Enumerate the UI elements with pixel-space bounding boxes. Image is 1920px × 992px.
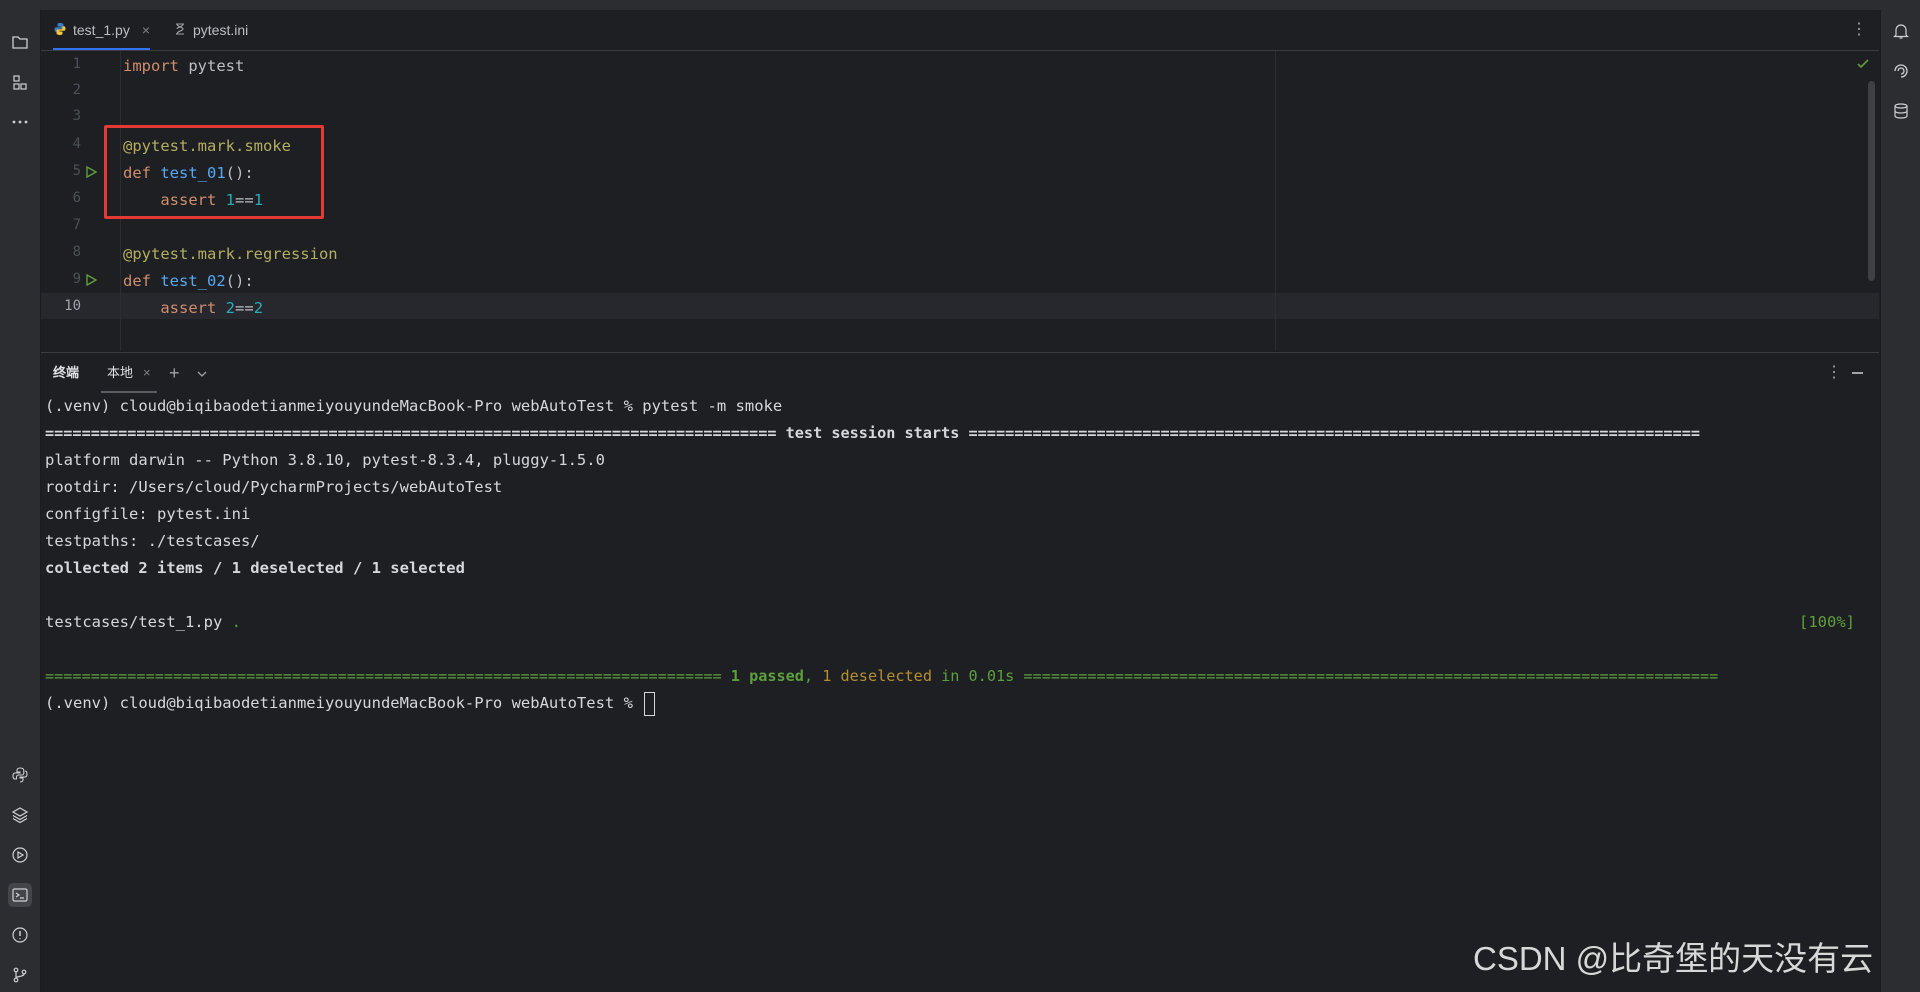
- code-line-1: import pytest: [123, 53, 244, 79]
- right-tool-stripe: [1880, 10, 1920, 992]
- ini-file-icon: [173, 22, 187, 39]
- line-number: 1: [72, 56, 81, 72]
- python-console-icon[interactable]: [8, 763, 32, 787]
- operator: ==: [235, 299, 254, 317]
- close-icon[interactable]: ×: [142, 22, 150, 38]
- summary-line: ========================================…: [45, 663, 1718, 690]
- chevron-down-icon[interactable]: [196, 353, 208, 393]
- left-tool-stripe: [0, 10, 41, 992]
- summary-passed: 1 passed: [730, 667, 804, 685]
- platform-line: platform darwin -- Python 3.8.10, pytest…: [45, 451, 605, 469]
- keyword: assert: [160, 299, 217, 317]
- tab-label: pytest.ini: [193, 22, 249, 38]
- line-number: 4: [72, 136, 81, 152]
- terminal-prompt-line: (.venv) cloud@biqibaodetianmeiyouyundeMa…: [45, 690, 656, 717]
- number: 2: [225, 299, 236, 317]
- terminal-options-kebab-icon[interactable]: ⋮: [1826, 362, 1842, 382]
- tab-pytest-ini[interactable]: pytest.ini: [173, 10, 248, 50]
- keyword: def: [123, 272, 151, 290]
- decorator: @pytest.mark.regression: [123, 245, 338, 263]
- terminal-icon[interactable]: [8, 883, 32, 907]
- current-line-highlight: [41, 293, 1879, 319]
- more-tools-icon[interactable]: [8, 110, 32, 134]
- summary-deselected: 1 deselected: [822, 667, 932, 685]
- services-icon[interactable]: [8, 843, 32, 867]
- testpaths-line: testpaths: ./testcases/: [45, 532, 260, 550]
- hide-panel-minus-icon[interactable]: [1852, 372, 1863, 374]
- rootdir-line: rootdir: /Users/cloud/PycharmProjects/we…: [45, 478, 503, 496]
- tab-options-kebab-icon[interactable]: ⋮: [1851, 19, 1867, 39]
- command: pytest -m smoke: [642, 397, 783, 415]
- run-test-gutter-icon[interactable]: [84, 273, 98, 287]
- function-name: test_02: [160, 272, 226, 290]
- session-start-line: ========================================…: [45, 424, 1700, 442]
- result-line: testcases/test_1.py .: [45, 609, 241, 636]
- git-icon[interactable]: [8, 963, 32, 987]
- result-dot: .: [231, 613, 241, 631]
- notifications-bell-icon[interactable]: [1892, 22, 1910, 40]
- code-line-8: @pytest.mark.regression: [123, 241, 338, 267]
- run-test-gutter-icon[interactable]: [84, 165, 98, 179]
- tab-terminal[interactable]: 终端: [53, 353, 79, 393]
- tab-test-1-py[interactable]: test_1.py ×: [53, 10, 151, 50]
- prompt: (.venv) cloud@biqibaodetianmeiyouyundeMa…: [45, 397, 643, 415]
- punctuation: ():: [225, 272, 254, 290]
- watermark: CSDN @比奇堡的天没有云: [1473, 940, 1874, 977]
- line-number: 6: [72, 190, 81, 206]
- terminal-prompt-line: (.venv) cloud@biqibaodetianmeiyouyundeMa…: [45, 393, 782, 420]
- module-name: pytest: [179, 57, 245, 75]
- highlight-box-smoke-test: [104, 125, 324, 219]
- line-number: 9: [72, 271, 81, 287]
- line-number: 5: [72, 163, 81, 179]
- summary-eq-left: ========================================…: [45, 667, 731, 685]
- prompt: (.venv) cloud@biqibaodetianmeiyouyundeMa…: [45, 694, 643, 712]
- configfile-line: configfile: pytest.ini: [45, 505, 251, 523]
- line-number: 7: [72, 217, 81, 233]
- close-icon[interactable]: ×: [143, 365, 151, 380]
- right-margin-guide: [1275, 51, 1276, 351]
- python-file-icon: [53, 22, 67, 39]
- code-line-10: assert 2==2: [123, 295, 263, 321]
- ai-assistant-icon[interactable]: [1892, 62, 1910, 80]
- code-line-9: def test_02():: [123, 268, 254, 294]
- editor-tab-bar: test_1.py × pytest.ini ⋮: [41, 10, 1879, 51]
- project-folder-icon[interactable]: [8, 30, 32, 54]
- result-file: testcases/test_1.py: [45, 613, 232, 631]
- collected-line: collected 2 items / 1 deselected / 1 sel…: [45, 559, 465, 577]
- summary-comma: ,: [803, 667, 823, 685]
- editor-vertical-scrollbar[interactable]: [1868, 81, 1875, 281]
- line-number: 2: [72, 82, 81, 98]
- tab-local[interactable]: 本地 ×: [101, 353, 157, 393]
- terminal-output[interactable]: (.venv) cloud@biqibaodetianmeiyouyundeMa…: [41, 393, 1879, 992]
- summary-eq-right: ========================================…: [1014, 667, 1719, 685]
- summary-time: in 0.01s: [931, 667, 1015, 685]
- line-number: 8: [72, 244, 81, 260]
- no-problems-check-icon: [1856, 57, 1870, 71]
- keyword: import: [123, 57, 179, 75]
- python-packages-icon[interactable]: [8, 803, 32, 827]
- number: 2: [253, 299, 264, 317]
- result-percent: [100%]: [1799, 613, 1855, 631]
- tab-label: test_1.py: [73, 22, 130, 38]
- line-number: 3: [72, 108, 81, 124]
- terminal-cursor: [644, 691, 656, 716]
- terminal-header: 终端 本地 × + ⋮: [41, 352, 1879, 393]
- tab-local-label: 本地: [107, 365, 134, 380]
- structure-icon[interactable]: [8, 70, 32, 94]
- database-icon[interactable]: [1892, 102, 1910, 120]
- line-number: 10: [64, 298, 81, 314]
- new-tab-plus-icon[interactable]: +: [169, 353, 180, 393]
- problems-icon[interactable]: [8, 923, 32, 947]
